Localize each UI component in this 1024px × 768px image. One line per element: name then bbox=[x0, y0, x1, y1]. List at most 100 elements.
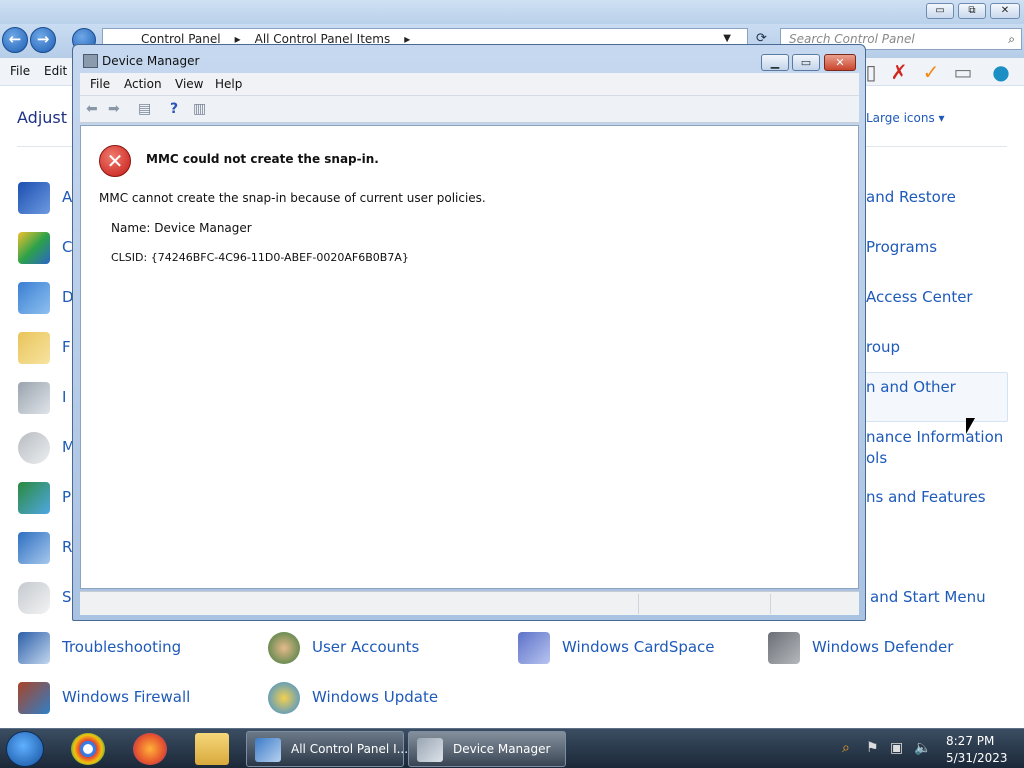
device-manager-icon bbox=[83, 54, 98, 68]
cp-item-troubleshooting[interactable]: Troubleshooting bbox=[18, 632, 218, 672]
chevron-down-icon: ▾ bbox=[938, 111, 945, 125]
search-icon[interactable]: ⌕ bbox=[842, 740, 850, 756]
delete-icon[interactable]: ✗ bbox=[888, 61, 910, 83]
cp-item-label: P bbox=[62, 488, 72, 506]
mouse-cursor-icon bbox=[966, 418, 975, 434]
region-icon bbox=[18, 532, 50, 564]
forward-button[interactable]: → bbox=[30, 27, 56, 53]
menubar: File Action View Help bbox=[80, 73, 859, 95]
troubleshooting-icon bbox=[18, 632, 50, 664]
forward-arrow-icon[interactable]: ➡ bbox=[108, 101, 120, 117]
status-divider bbox=[770, 594, 771, 614]
help-icon[interactable]: ? bbox=[170, 101, 178, 117]
cp-item-user-accounts[interactable]: User Accounts bbox=[268, 632, 468, 672]
cp-item-label: R bbox=[62, 538, 73, 556]
maximize-button[interactable]: ▭ bbox=[792, 54, 820, 71]
start-button[interactable] bbox=[6, 731, 44, 767]
cp-item-backup-restore[interactable]: and Restore bbox=[866, 188, 956, 206]
file-explorer-icon[interactable] bbox=[195, 733, 229, 765]
menu-file[interactable]: File bbox=[10, 64, 30, 78]
control-panel-icon bbox=[255, 738, 281, 762]
defender-icon bbox=[768, 632, 800, 664]
folder-options-icon bbox=[18, 332, 50, 364]
snapin-name: Name: Device Manager bbox=[111, 221, 252, 235]
cp-item-label: A bbox=[62, 188, 73, 206]
task-label: Device Manager bbox=[453, 742, 551, 756]
status-bar bbox=[80, 591, 859, 615]
back-button[interactable]: ← bbox=[2, 27, 28, 53]
window-title: Device Manager bbox=[102, 54, 200, 68]
cp-item-label: I bbox=[62, 388, 67, 406]
control-panel-titlebar: ▭ ⧉ ✕ bbox=[0, 0, 1024, 24]
show-hide-tree-icon[interactable]: ▤ bbox=[138, 101, 151, 117]
checkmark-icon[interactable]: ✓ bbox=[920, 61, 942, 83]
windows-update-icon bbox=[268, 682, 300, 714]
cp-item-label: S bbox=[62, 588, 72, 606]
device-manager-icon bbox=[417, 738, 443, 762]
properties-icon[interactable]: ▭ bbox=[952, 61, 974, 83]
menu-view[interactable]: View bbox=[175, 77, 203, 91]
snapin-clsid: CLSID: {74246BFC-4C96-11D0-ABEF-0020AF6B… bbox=[111, 251, 409, 264]
toolbar: ⬅ ➡ ▤ ? ▥ bbox=[80, 95, 859, 123]
task-control-panel[interactable]: All Control Panel I... bbox=[246, 731, 408, 767]
search-icon[interactable]: ⌕ bbox=[1008, 29, 1015, 49]
cp-item-defender[interactable]: Windows Defender bbox=[768, 632, 988, 672]
minimize-button[interactable]: ▭ bbox=[926, 3, 954, 19]
action-center-flag-icon[interactable]: ⚑ bbox=[866, 740, 879, 756]
cp-item-location-other[interactable]: n and Other bbox=[866, 378, 956, 396]
task-label: All Control Panel I... bbox=[291, 742, 409, 756]
minimize-button[interactable]: ▁ bbox=[761, 54, 789, 71]
cp-item-cardspace[interactable]: Windows CardSpace bbox=[518, 632, 738, 672]
cp-item-homegroup[interactable]: roup bbox=[866, 338, 900, 356]
color-management-icon bbox=[18, 232, 50, 264]
cp-item-firewall[interactable]: Windows Firewall bbox=[18, 682, 218, 722]
action-pane-icon[interactable]: ▥ bbox=[193, 101, 206, 117]
error-message: MMC cannot create the snap-in because of… bbox=[99, 191, 486, 205]
error-icon: ✕ bbox=[99, 145, 131, 177]
error-title: MMC could not create the snap-in. bbox=[146, 152, 379, 166]
cp-item-ease-of-access[interactable]: Access Center bbox=[866, 288, 973, 306]
menu-file[interactable]: File bbox=[90, 77, 110, 91]
close-button[interactable]: ✕ bbox=[990, 3, 1020, 19]
mouse-icon bbox=[18, 432, 50, 464]
menu-help[interactable]: Help bbox=[215, 77, 242, 91]
globe-icon[interactable]: ● bbox=[990, 61, 1012, 83]
maximize-button[interactable]: ⧉ bbox=[958, 3, 986, 19]
status-divider bbox=[638, 594, 639, 614]
content-pane: ✕ MMC could not create the snap-in. MMC … bbox=[80, 125, 859, 589]
menu-action[interactable]: Action bbox=[124, 77, 162, 91]
clock-time[interactable]: 8:27 PM bbox=[946, 734, 994, 748]
firefox-icon[interactable] bbox=[133, 733, 167, 765]
cp-item-label: Troubleshooting bbox=[62, 638, 182, 656]
back-arrow-icon[interactable]: ⬅ bbox=[86, 101, 98, 117]
chrome-icon[interactable] bbox=[71, 733, 105, 765]
indexing-options-icon bbox=[18, 382, 50, 414]
cp-item-label: User Accounts bbox=[312, 638, 420, 656]
cp-item-windows-update[interactable]: Windows Update bbox=[268, 682, 468, 722]
cardspace-icon bbox=[518, 632, 550, 664]
cp-item-label: Windows Firewall bbox=[62, 688, 191, 706]
user-accounts-icon bbox=[268, 632, 300, 664]
cp-item-performance-info-line2[interactable]: ols bbox=[866, 449, 887, 467]
display-icon bbox=[18, 282, 50, 314]
volume-muted-icon[interactable]: 🔈 bbox=[914, 740, 931, 756]
menu-edit[interactable]: Edit bbox=[44, 64, 67, 78]
cp-item-default-programs[interactable]: Programs bbox=[866, 238, 937, 256]
cp-item-label: C bbox=[62, 238, 73, 256]
task-device-manager[interactable]: Device Manager bbox=[408, 731, 566, 767]
network-icon[interactable]: ▣ bbox=[890, 740, 903, 756]
device-manager-window: Device Manager ▁ ▭ ✕ File Action View He… bbox=[72, 44, 866, 621]
speech-recognition-icon bbox=[18, 582, 50, 614]
cp-item-label: F bbox=[62, 338, 71, 356]
view-by-label: Large icons bbox=[866, 111, 935, 125]
close-button[interactable]: ✕ bbox=[824, 54, 856, 71]
cp-item-taskbar-start-menu[interactable]: and Start Menu bbox=[870, 588, 986, 606]
clock-date[interactable]: 5/31/2023 bbox=[946, 751, 1008, 765]
cp-item-label: Windows CardSpace bbox=[562, 638, 715, 656]
firewall-icon bbox=[18, 682, 50, 714]
action-center-flag-icon bbox=[18, 182, 50, 214]
cp-item-performance-info[interactable]: nance Information bbox=[866, 428, 1003, 446]
cp-item-programs-features[interactable]: ns and Features bbox=[866, 488, 986, 506]
view-by-dropdown[interactable]: Large icons ▾ bbox=[866, 111, 945, 125]
cp-item-label: Windows Update bbox=[312, 688, 439, 706]
